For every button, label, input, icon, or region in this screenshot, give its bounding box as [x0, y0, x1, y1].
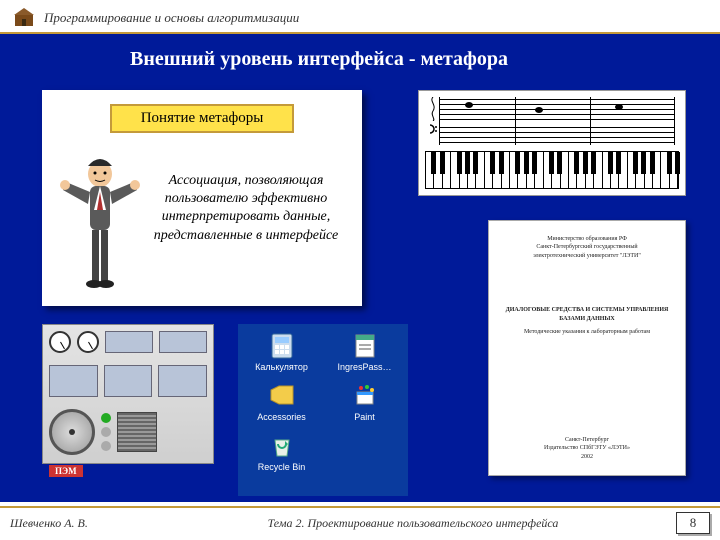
music-staff	[425, 97, 679, 145]
note-icon	[535, 106, 543, 114]
music-metaphor	[418, 90, 686, 196]
panel-slot	[159, 331, 207, 353]
panel-slot	[158, 365, 207, 397]
panel-slot	[105, 331, 153, 353]
led-icon	[101, 427, 111, 437]
desktop-metaphor: Калькулятор IngresPass… Accessories Pain…	[238, 324, 408, 496]
accessories-icon	[268, 382, 296, 410]
doc-pub-house: Издательство СПбГЭТУ «ЛЭТИ»	[505, 444, 669, 452]
icon-label: Paint	[354, 412, 375, 422]
icon-label: Калькулятор	[255, 362, 308, 372]
footer-topic: Тема 2. Проектирование пользовательского…	[150, 516, 676, 531]
document-metaphor: Министерство образования РФ Санкт-Петерб…	[488, 220, 686, 476]
desktop-icon[interactable]: Paint	[325, 382, 404, 422]
desktop-icon[interactable]: IngresPass…	[325, 332, 404, 372]
shrugging-person-icon	[60, 152, 140, 292]
course-header: Программирование и основы алгоритмизации	[0, 0, 720, 32]
gauge-icon	[49, 331, 71, 353]
ingres-icon	[351, 332, 379, 360]
course-name: Программирование и основы алгоритмизации	[44, 10, 299, 26]
desktop-icon[interactable]: Калькулятор	[242, 332, 321, 372]
led-icon	[101, 441, 111, 451]
emblem-icon	[12, 6, 36, 30]
icon-label: Accessories	[257, 412, 306, 422]
footer-author: Шевченко А. В.	[10, 516, 150, 531]
concept-definition: Ассоциация, позволяющая пользователю эфф…	[146, 172, 346, 245]
dial-icon	[49, 409, 95, 455]
panel-slot	[49, 365, 98, 397]
bass-clef-icon	[427, 123, 439, 143]
desktop-icon[interactable]: Recycle Bin	[242, 432, 321, 472]
doc-pub-year: 2002	[505, 453, 669, 461]
panel-brand: ПЭМ	[49, 465, 83, 477]
gauge-icon	[77, 331, 99, 353]
doc-line: Санкт-Петербургский государственный	[505, 243, 669, 251]
doc-title: ДИАЛОГОВЫЕ СРЕДСТВА И СИСТЕМЫ УПРАВЛЕНИЯ…	[505, 306, 669, 323]
desktop-icon[interactable]: Accessories	[242, 382, 321, 422]
page-number: 8	[676, 512, 710, 534]
piano-keyboard	[425, 151, 679, 189]
note-icon	[465, 101, 473, 109]
hardware-panel-metaphor: ПЭМ	[42, 324, 214, 464]
icon-label: Recycle Bin	[258, 462, 306, 472]
note-icon	[615, 103, 623, 111]
doc-line: электротехнический университет "ЛЭТИ"	[505, 252, 669, 260]
concept-label: Понятие метафоры	[110, 104, 294, 133]
slide-title: Внешний уровень интерфейса - метафора	[0, 34, 720, 81]
treble-clef-icon	[427, 97, 439, 121]
speaker-grille-icon	[117, 412, 157, 452]
footer-rule	[0, 506, 720, 508]
panel-slot	[104, 365, 153, 397]
icon-label: IngresPass…	[337, 362, 391, 372]
led-icon	[101, 413, 111, 423]
doc-pub-city: Санкт-Петербург	[505, 436, 669, 444]
doc-subtitle: Методические указания к лабораторным раб…	[505, 329, 669, 337]
concept-panel: Понятие метафоры Ассоциация, позволяющая…	[42, 90, 362, 306]
calculator-icon	[268, 332, 296, 360]
recycle-bin-icon	[268, 432, 296, 460]
slide-footer: Шевченко А. В. Тема 2. Проектирование по…	[0, 506, 720, 540]
slide-body: Внешний уровень интерфейса - метафора По…	[0, 34, 720, 502]
paint-icon	[351, 382, 379, 410]
doc-line: Министерство образования РФ	[505, 235, 669, 243]
